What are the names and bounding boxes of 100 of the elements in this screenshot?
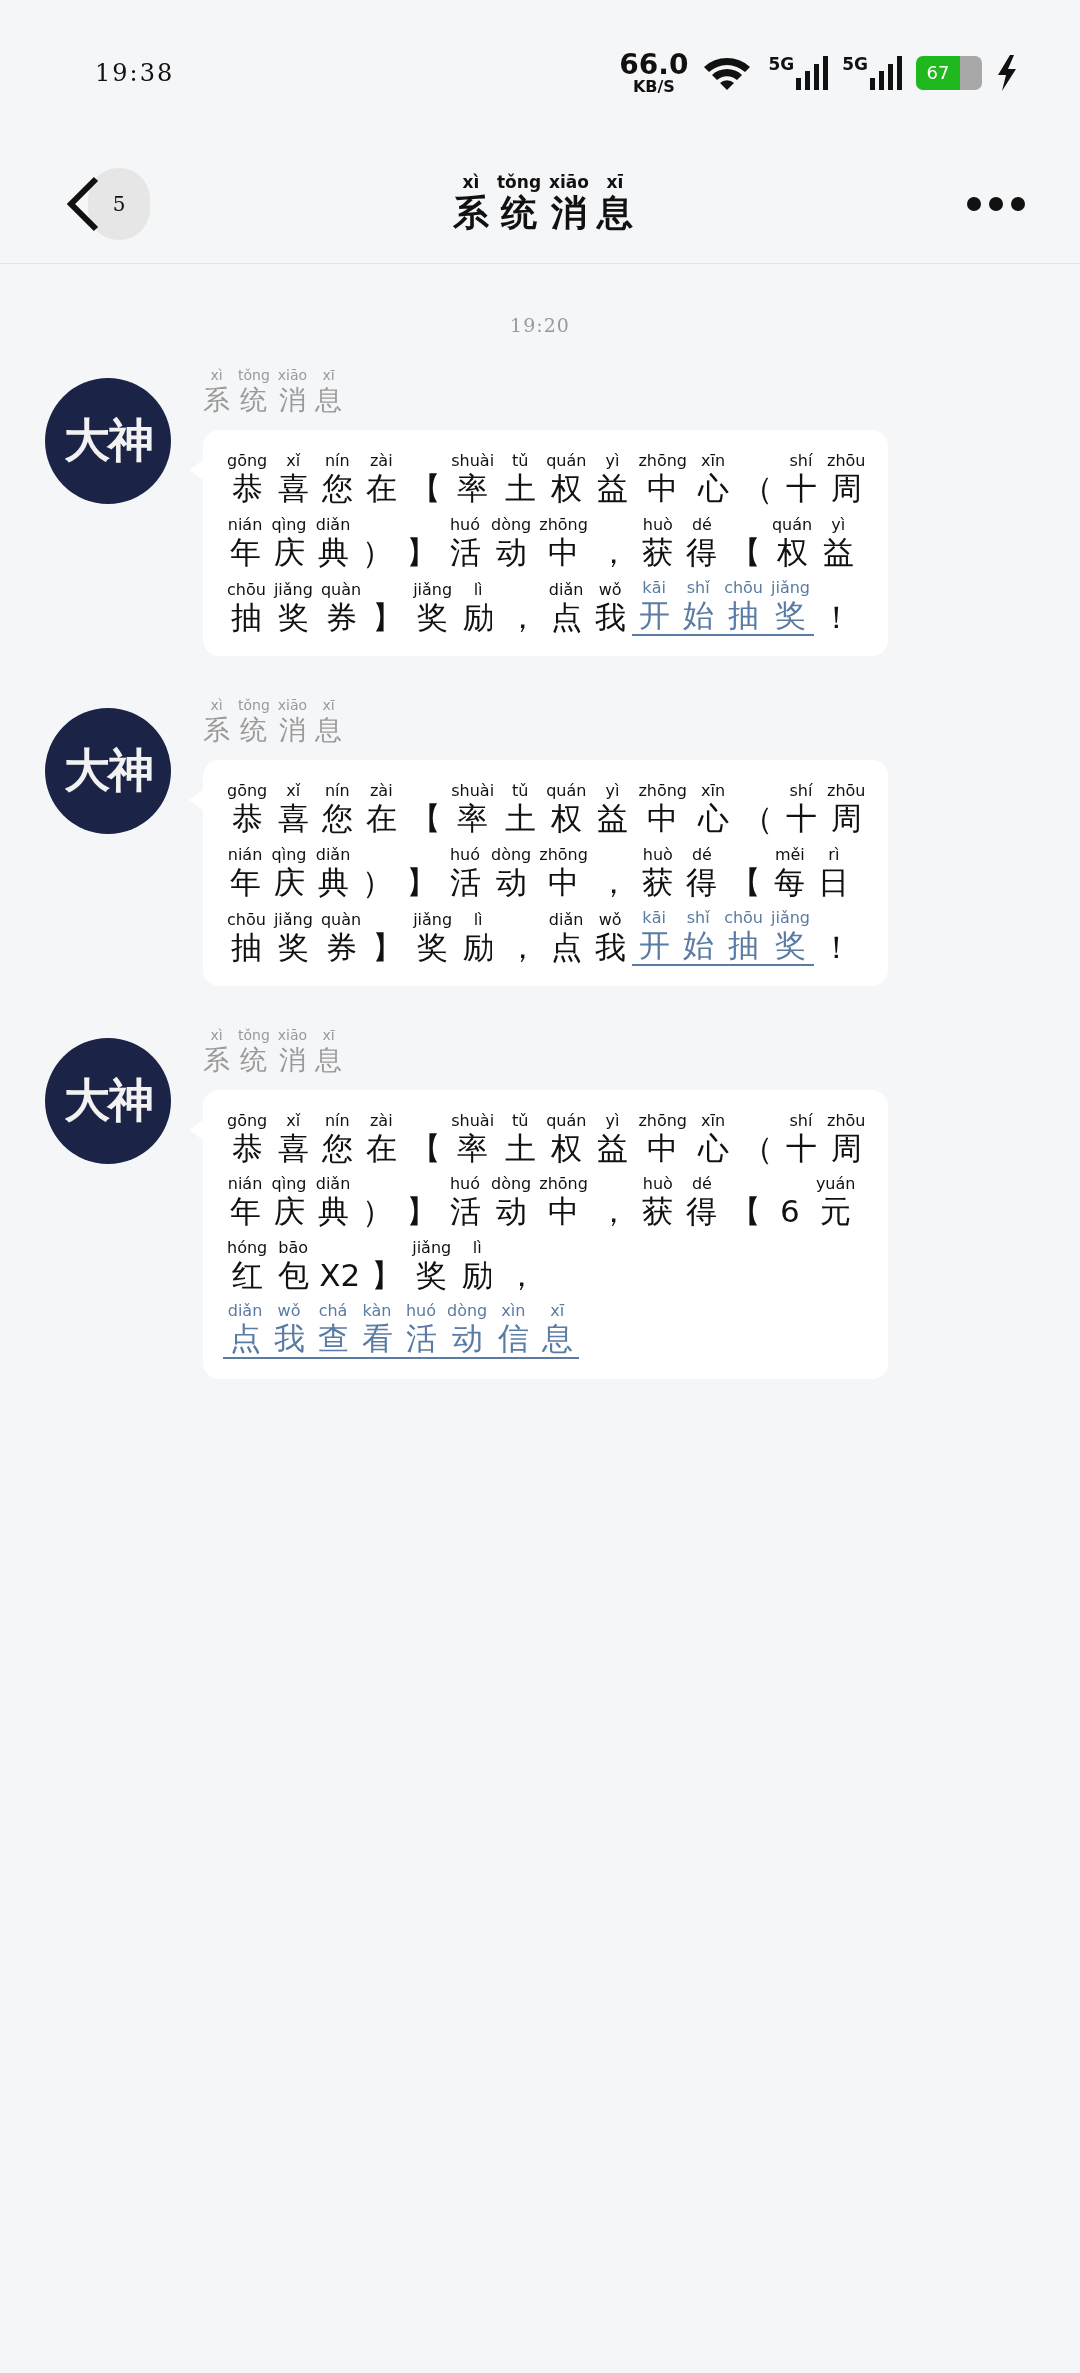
message-link[interactable]: kāi 开 shǐ 始 chōu 抽 jiǎng 奖 [632,908,814,966]
pinyin-label: wǒ [598,910,622,929]
pinyin-label: xì [210,1025,223,1044]
pinyin-label: dé [691,1175,712,1194]
message-link[interactable]: kāi 开 shǐ 始 chōu 抽 jiǎng 奖 [632,578,814,636]
pinyin-label: zhōng [638,782,687,801]
pinyin-label: diǎn [548,910,584,929]
pinyin-label: huó [449,845,481,864]
pinyin-label: xǐ [286,1112,301,1131]
pinyin-label: diǎn [227,1301,263,1320]
link-character[interactable]: 动 [451,1319,483,1358]
message-character: 权 [550,1130,582,1168]
link-character[interactable]: 抽 [728,926,760,964]
message-character: 励 [462,928,494,966]
link-character[interactable]: 抽 [728,596,760,634]
link-character[interactable]: 查 [317,1319,349,1358]
message-character: 权 [550,800,582,838]
pinyin-label: tǒng [238,695,270,714]
pinyin-label: měi [774,845,805,864]
pinyin-label: hóng [227,1238,268,1257]
message-character: 心 [697,800,729,838]
pinyin-label: yì [605,452,620,471]
message-link[interactable]: diǎn 点 wǒ 我 chá 查 kàn 看 huó 活 dòng 动 xìn 信 xī 息 [223,1301,580,1360]
link-character[interactable]: 信 [497,1319,529,1358]
pinyin-label: shí [789,782,813,801]
message-character: 周 [830,1130,862,1168]
message-character: ， [505,1256,537,1294]
message-character: ） [361,863,393,901]
pinyin-label: kàn [362,1301,392,1320]
pinyin-label: xīn [700,782,726,801]
link-character[interactable]: 看 [361,1319,393,1358]
pinyin-label: quàn [320,910,362,929]
message-character: 得 [686,1193,718,1231]
pinyin-label: jiǎng [273,580,313,599]
link-character[interactable]: 奖 [775,926,806,964]
message-character: 活 [449,1193,481,1231]
avatar[interactable]: 大神 [45,1037,171,1164]
message-character: 土 [504,470,536,508]
network-type: 5G [842,55,868,73]
pinyin-label: tǔ [511,782,529,801]
message-character: 典 [317,533,349,571]
message-character: 6 [780,1193,800,1231]
message-character: 益 [596,470,628,508]
message-character: 获 [642,863,674,901]
link-character[interactable]: 息 [541,1319,573,1358]
message-time: 19:20 [510,314,570,336]
pinyin-label: quán [546,1112,587,1131]
link-character[interactable]: 我 [273,1319,305,1358]
message-character: ， [506,598,538,636]
pinyin-label: zhōu [827,1112,866,1131]
avatar[interactable]: 大神 [45,707,171,834]
message-character: 】 [371,598,403,636]
link-character[interactable]: 奖 [775,596,806,634]
message-character: 土 [504,1130,536,1168]
pinyin-label: zhōu [827,782,866,801]
message-character: 活 [449,533,481,571]
signal-icon [796,55,829,90]
pinyin-label: dòng [447,1301,488,1320]
avatar[interactable]: 大神 [45,378,171,504]
link-character[interactable]: 始 [682,596,714,634]
pinyin-label: shí [789,1112,813,1131]
link-character[interactable]: 点 [229,1319,261,1358]
battery-percent: 67 [926,62,950,83]
link-character[interactable]: 开 [638,596,670,634]
avatar-logo-text: 大神 [64,412,152,469]
message-character: 典 [317,863,349,901]
link-character[interactable]: 始 [682,926,714,964]
network-speed: 66.0 [619,50,689,79]
sender-name-character: 消 [279,384,306,417]
message-character: 恭 [231,470,263,508]
pinyin-label: diǎn [315,1175,351,1194]
message-character: 点 [550,598,582,636]
pinyin-label: rì [828,845,840,864]
avatar-logo-text: 大神 [64,1071,152,1129]
pinyin-label: zài [369,452,393,471]
sender-name-character: 系 [203,384,230,417]
message-character: 庆 [273,533,305,571]
pinyin-label: huó [405,1301,437,1320]
pinyin-label: wǒ [598,580,622,599]
link-character[interactable]: 活 [405,1319,437,1358]
message-character: 】 [405,533,437,571]
message-character: 获 [642,533,674,571]
message-character: 每 [774,863,806,901]
pinyin-label: tǒng [238,366,270,384]
message-character: 元 [820,1193,852,1231]
back-button[interactable]: 5 [66,168,150,240]
message-character: ， [598,533,630,571]
sender-name-character: 息 [315,1043,343,1077]
message-character: 励 [461,1256,493,1294]
message-character: 十 [785,800,817,838]
message-character: 抽 [230,928,262,966]
more-icon[interactable] [966,196,1026,212]
unread-count-badge: 5 [88,168,150,240]
pinyin-label: kāi [642,578,666,597]
link-character[interactable]: 开 [638,926,670,964]
message-character: 中 [647,800,679,838]
pinyin-label: huò [642,1175,673,1194]
message-character: 中 [647,470,679,508]
pinyin-label: diǎn [315,845,351,864]
pinyin-label: jiǎng [412,1238,452,1257]
